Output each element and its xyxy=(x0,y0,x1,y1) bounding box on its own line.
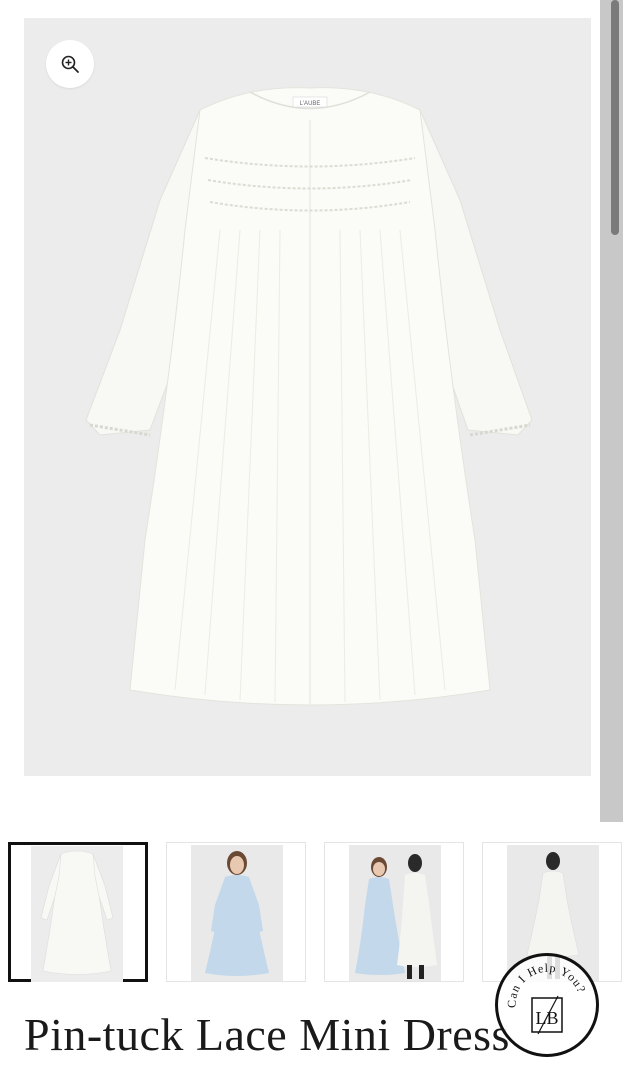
thumbnail-image xyxy=(31,846,123,982)
scrollbar-thumb[interactable] xyxy=(611,0,619,235)
help-badge-text: Can I Help You? xyxy=(505,961,588,1008)
thumbnail-2[interactable] xyxy=(166,842,306,982)
svg-text:Can I Help You?: Can I Help You? xyxy=(505,961,589,1008)
help-badge-icon: Can I Help You? LB xyxy=(505,961,589,1035)
help-badge-button[interactable]: Can I Help You? LB xyxy=(495,953,599,1057)
dress-image: L'AUBE xyxy=(85,87,533,706)
help-badge-monogram: LB xyxy=(535,1008,558,1028)
zoom-in-icon xyxy=(61,55,79,73)
brand-label: L'AUBE xyxy=(300,101,321,107)
thumbnail-3[interactable] xyxy=(324,842,464,982)
thumbnail-image xyxy=(349,845,441,981)
product-title: Pin-tuck Lace Mini Dress xyxy=(24,1009,510,1060)
thumbnail-image xyxy=(191,845,283,981)
thumbnail-1[interactable] xyxy=(8,842,148,982)
